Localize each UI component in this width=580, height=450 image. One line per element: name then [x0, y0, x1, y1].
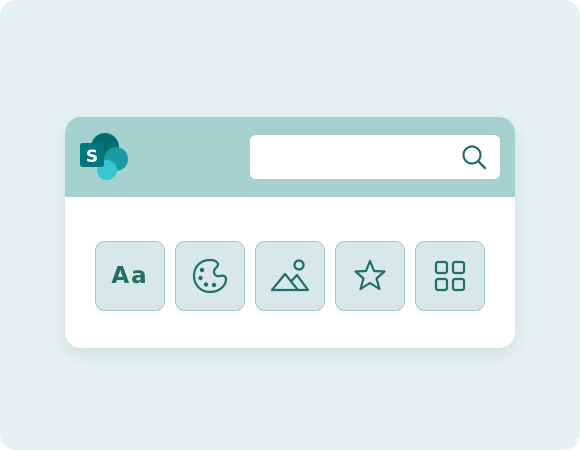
palette-tile-button[interactable]	[175, 241, 245, 311]
star-tile-button[interactable]	[335, 241, 405, 311]
grid-icon	[434, 260, 466, 292]
search-input[interactable]	[250, 135, 450, 179]
tool-tiles: Aa	[95, 241, 485, 311]
font-icon: Aa	[111, 263, 149, 289]
canvas-background: S Aa	[0, 0, 580, 450]
card-header: S	[65, 117, 515, 197]
sharepoint-logo-icon: S	[80, 133, 128, 180]
font-tile-button[interactable]: Aa	[95, 241, 165, 311]
palette-icon	[192, 258, 228, 294]
search-icon[interactable]	[460, 143, 488, 171]
grid-tile-button[interactable]	[415, 241, 485, 311]
logo-letter: S	[86, 147, 98, 167]
image-tile-button[interactable]	[255, 241, 325, 311]
search-box[interactable]	[250, 135, 500, 179]
image-icon	[270, 259, 310, 292]
sharepoint-card: S Aa	[65, 117, 515, 348]
star-icon	[354, 259, 386, 291]
